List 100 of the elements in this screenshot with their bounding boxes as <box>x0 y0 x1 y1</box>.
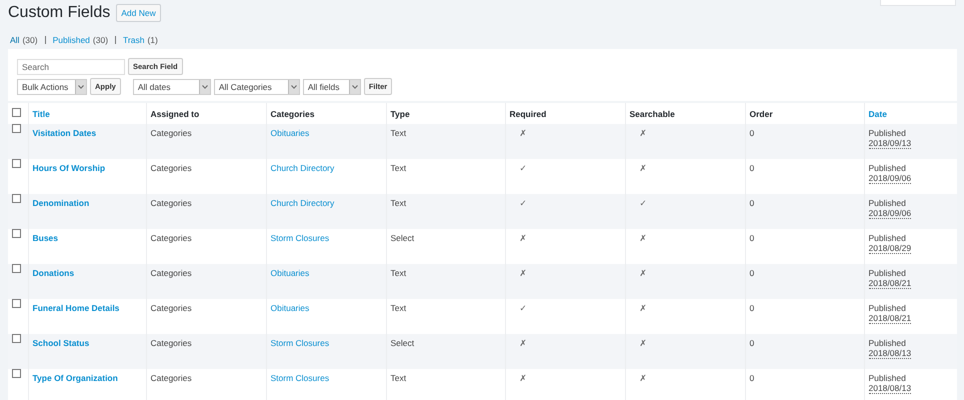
table-cell: Text <box>390 373 406 383</box>
category-link[interactable]: Church Directory <box>270 198 334 208</box>
status-count: (30) <box>22 35 38 45</box>
status-text: Published <box>868 163 907 173</box>
table-cell: 0 <box>750 303 754 313</box>
status-text: Published <box>868 198 907 208</box>
date-text: 2018/08/13 <box>868 348 912 359</box>
table-cell: Select <box>390 338 414 348</box>
column-header: Searchable <box>630 108 675 118</box>
row-checkbox[interactable] <box>12 159 21 168</box>
date-text: 2018/09/06 <box>868 208 912 219</box>
status-text: Published <box>868 128 907 138</box>
column-header-link[interactable]: Date <box>868 108 887 118</box>
required-mark: ✗ <box>518 373 528 383</box>
select-all-checkbox[interactable] <box>12 108 21 117</box>
category-link[interactable]: Storm Closures <box>270 233 330 243</box>
searchable-mark: ✗ <box>638 163 648 173</box>
required-mark: ✓ <box>518 163 528 173</box>
row-checkbox[interactable] <box>12 194 21 203</box>
date-text: 2018/08/13 <box>868 383 912 394</box>
row-checkbox[interactable] <box>12 229 21 238</box>
row-checkbox[interactable] <box>12 124 21 133</box>
page-title: Custom Fields <box>8 4 110 22</box>
category-link[interactable]: Obituaries <box>270 268 310 278</box>
table-cell: Categories <box>150 338 192 348</box>
field-title-link[interactable]: Type Of Organization <box>32 373 118 383</box>
date-text: 2018/09/06 <box>868 173 912 184</box>
status-link[interactable]: Published <box>52 35 90 45</box>
field-title-link[interactable]: Buses <box>32 233 58 243</box>
field-title-link[interactable]: Donations <box>32 268 74 278</box>
chevron-down-icon <box>352 84 358 88</box>
table-cell: Categories <box>150 198 192 208</box>
chevron-down-icon <box>290 84 297 88</box>
table-cell: Text <box>390 268 406 278</box>
date-text: 2018/08/21 <box>868 313 912 324</box>
status-text: Published <box>868 303 907 313</box>
required-mark: ✓ <box>518 303 528 313</box>
column-header: Assigned to <box>150 108 200 118</box>
table-cell: 0 <box>750 338 754 348</box>
status-text: Published <box>868 268 907 278</box>
field-title-link[interactable]: Hours Of Worship <box>32 163 106 173</box>
bulk-actions-dropdown[interactable]: Bulk Actions <box>17 78 87 94</box>
row-checkbox[interactable] <box>12 299 21 308</box>
required-mark: ✗ <box>518 338 528 348</box>
required-mark: ✗ <box>518 268 528 278</box>
field-title-link[interactable]: School Status <box>32 338 90 348</box>
table-cell: 0 <box>750 198 754 208</box>
required-mark: ✗ <box>518 233 528 243</box>
table-cell: Categories <box>150 373 192 383</box>
chevron-down-icon <box>78 84 84 88</box>
required-mark: ✓ <box>518 198 528 208</box>
column-header: Categories <box>270 108 314 118</box>
search-field[interactable]: Search <box>17 58 125 74</box>
status-text: Published <box>868 233 907 243</box>
table-cell: 0 <box>750 233 754 243</box>
table-cell: Categories <box>150 268 192 278</box>
table-cell: 0 <box>750 268 754 278</box>
table-cell: Categories <box>150 128 192 138</box>
table-cell: Text <box>390 303 406 313</box>
table-cell: Select <box>390 233 414 243</box>
column-header: Required <box>510 108 546 118</box>
searchable-mark: ✓ <box>638 198 648 208</box>
category-link[interactable]: Storm Closures <box>270 338 330 348</box>
table-cell: Categories <box>150 233 192 243</box>
field-title-link[interactable]: Denomination <box>32 198 90 208</box>
required-mark: ✗ <box>518 128 528 138</box>
category-link[interactable]: Church Directory <box>270 163 334 173</box>
filter-dropdown[interactable]: All dates <box>132 78 211 94</box>
row-checkbox[interactable] <box>12 334 21 343</box>
category-link[interactable]: Storm Closures <box>270 373 330 383</box>
status-link[interactable]: All <box>10 35 20 45</box>
searchable-mark: ✗ <box>638 303 648 313</box>
column-header: Order <box>750 108 773 118</box>
date-text: 2018/08/29 <box>868 243 912 254</box>
table-cell: Categories <box>150 163 192 173</box>
status-text: Published <box>868 373 907 383</box>
add-new-button[interactable]: Add New <box>116 4 161 22</box>
table-cell: 0 <box>750 373 754 383</box>
searchable-mark: ✗ <box>638 128 648 138</box>
status-count: (30) <box>92 35 108 45</box>
filter-dropdown[interactable]: All Categories <box>214 78 300 94</box>
row-checkbox[interactable] <box>12 264 21 273</box>
chevron-down-icon <box>202 84 208 88</box>
table-cell: 0 <box>750 163 754 173</box>
row-checkbox[interactable] <box>12 369 21 378</box>
status-text: Published <box>868 338 907 348</box>
table-cell: Text <box>390 163 406 173</box>
searchable-mark: ✗ <box>638 338 648 348</box>
status-count: (1) <box>147 35 158 45</box>
date-text: 2018/08/21 <box>868 278 912 289</box>
date-text: 2018/09/13 <box>868 138 912 149</box>
status-link[interactable]: Trash <box>123 35 144 45</box>
field-title-link[interactable]: Visitation Dates <box>32 128 96 138</box>
field-title-link[interactable]: Funeral Home Details <box>32 303 120 313</box>
filter-dropdown[interactable]: All fields <box>302 78 361 94</box>
column-header-link[interactable]: Title <box>32 108 50 118</box>
category-link[interactable]: Obituaries <box>270 303 310 313</box>
category-link[interactable]: Obituaries <box>270 128 310 138</box>
table-cell: Text <box>390 128 406 138</box>
table-cell: 0 <box>750 128 754 138</box>
